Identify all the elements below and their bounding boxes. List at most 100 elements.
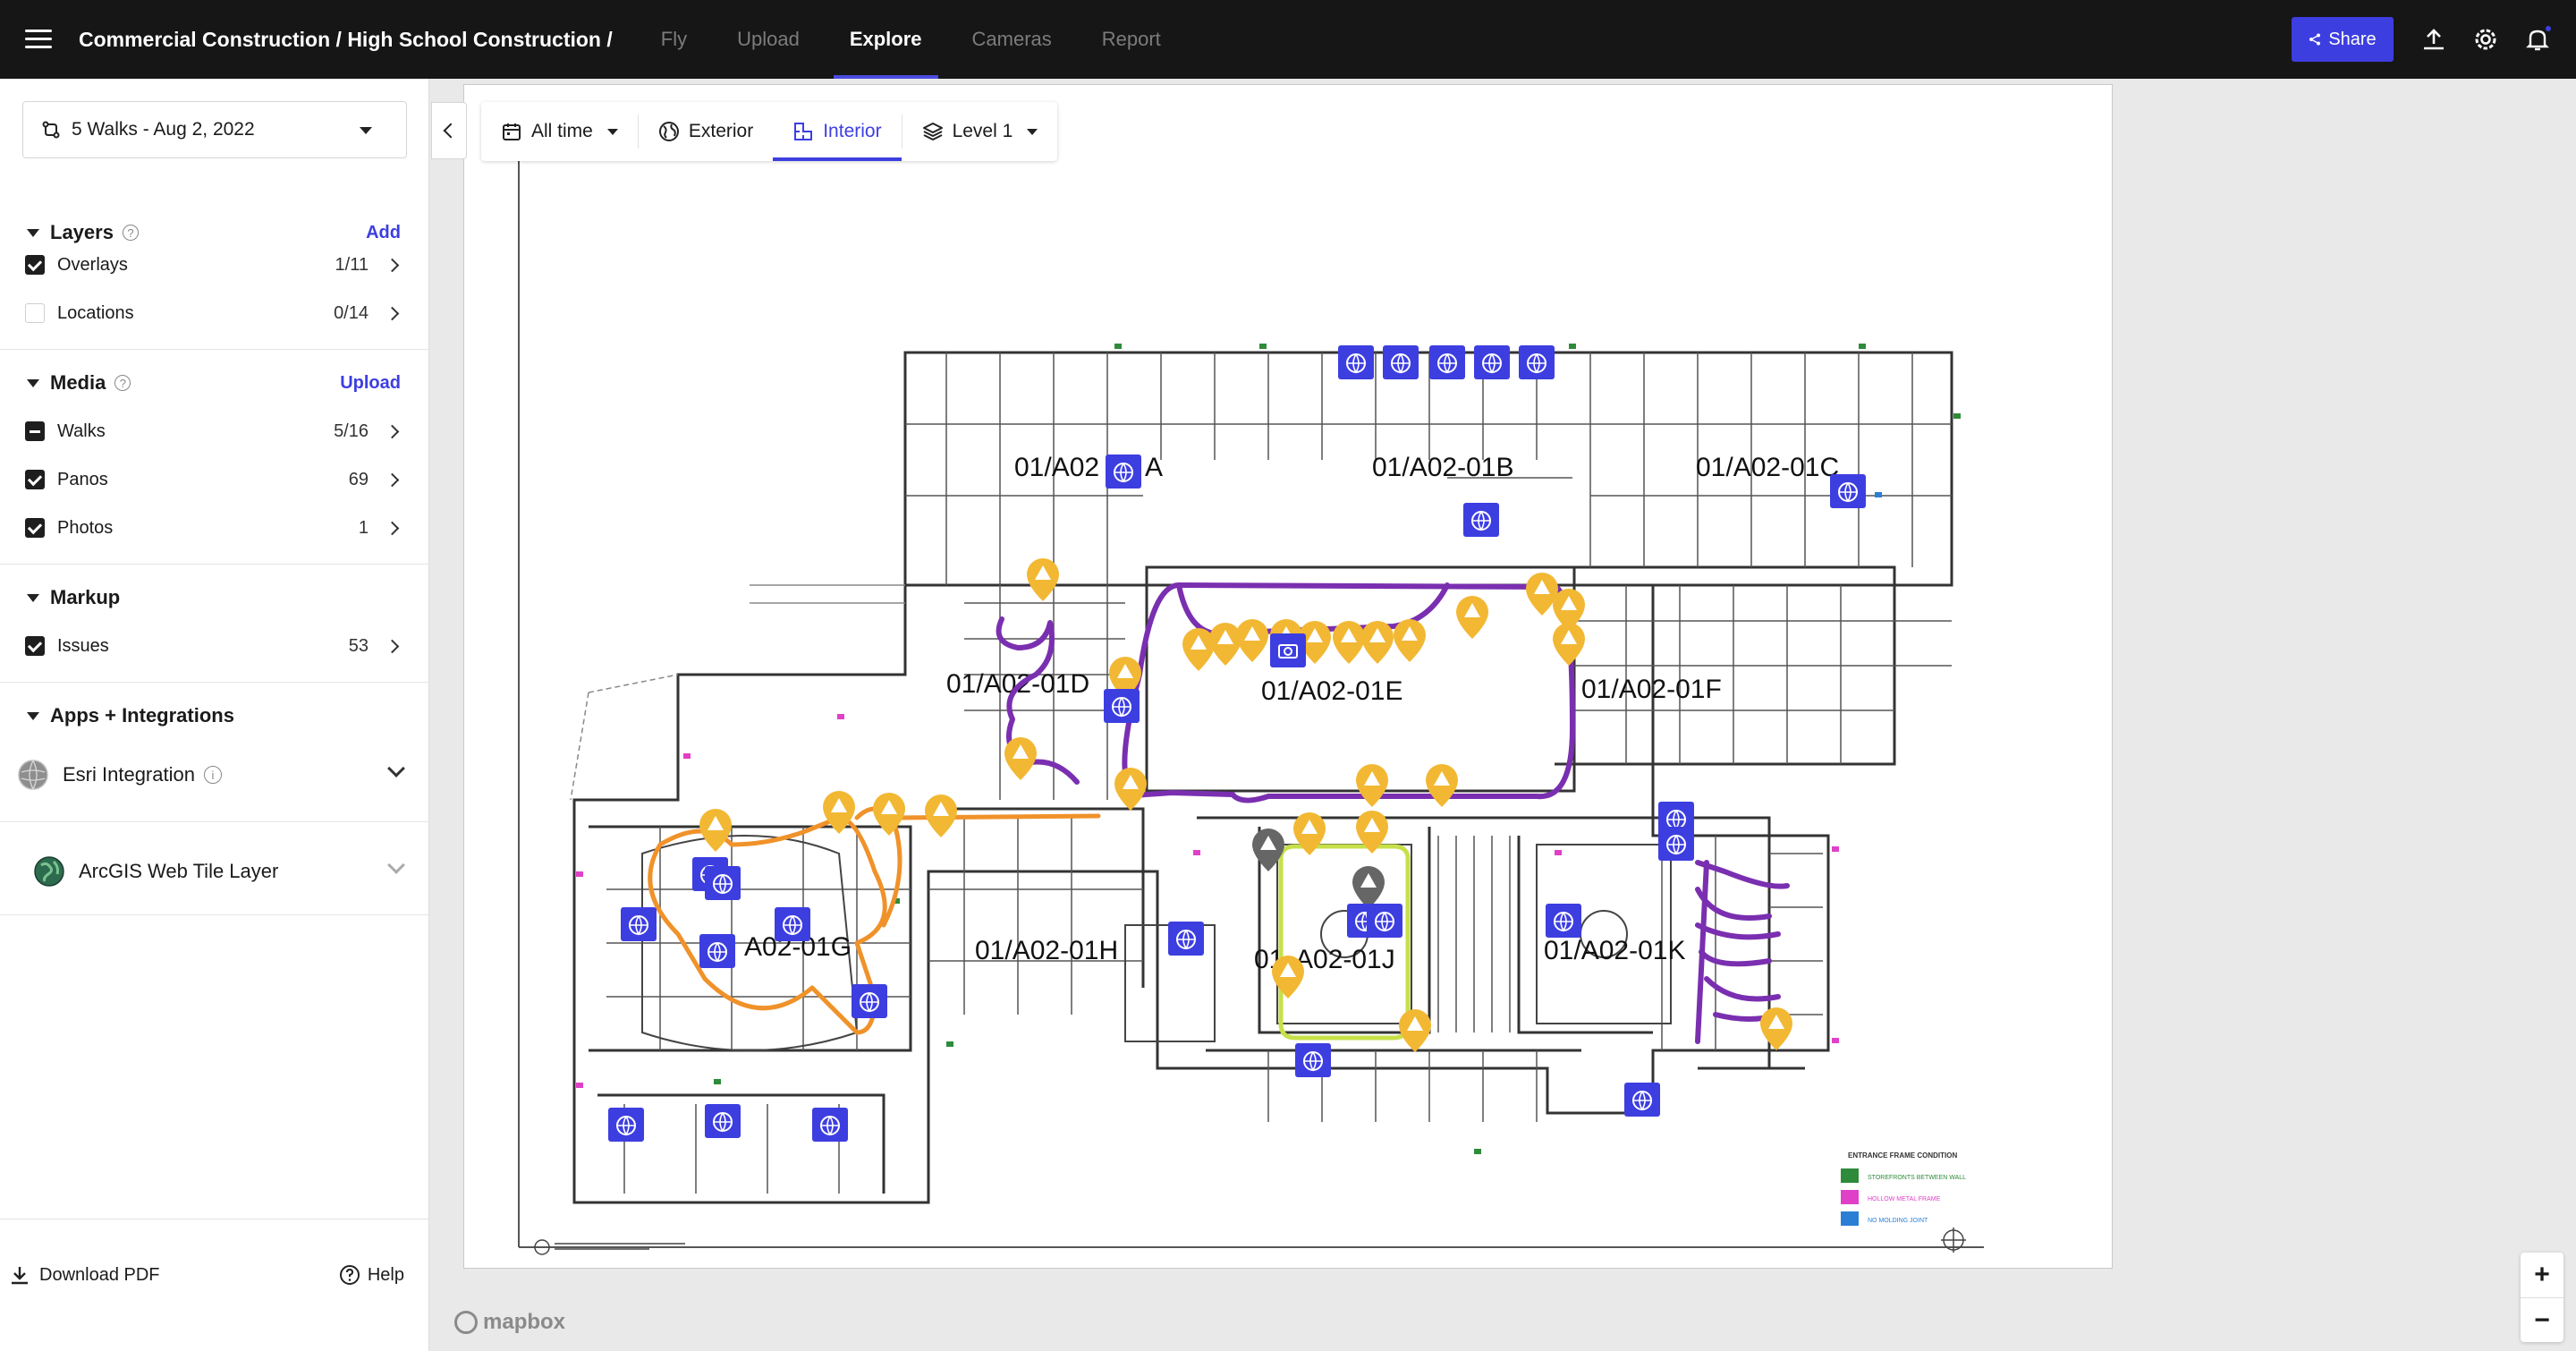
pano-pin[interactable]	[852, 984, 887, 1018]
photo-pin[interactable]	[1270, 633, 1306, 667]
pano-pin[interactable]	[705, 866, 741, 900]
pano-pin[interactable]	[1624, 1083, 1660, 1117]
tab-report[interactable]: Report	[1077, 0, 1186, 79]
pano-pin[interactable]	[1429, 345, 1465, 379]
walks-checkbox[interactable]	[25, 421, 45, 441]
gear-icon[interactable]	[2472, 26, 2499, 53]
pano-pin[interactable]	[1168, 922, 1204, 956]
layer-item-overlays[interactable]: Overlays 1/11	[0, 245, 429, 285]
collapse-sidebar-button[interactable]	[431, 102, 467, 159]
photos-checkbox[interactable]	[25, 518, 45, 538]
chevron-right-icon[interactable]	[385, 258, 400, 272]
collapse-triangle-icon[interactable]	[27, 228, 39, 237]
pano-pin[interactable]	[621, 907, 657, 941]
pano-pin[interactable]	[1295, 1043, 1331, 1077]
pano-pin[interactable]	[1367, 904, 1402, 938]
pano-pin[interactable]	[1104, 689, 1140, 723]
legend-label-green: STOREFRONTS BETWEEN WALL	[1868, 1175, 1966, 1181]
chevron-down-icon[interactable]	[387, 856, 405, 874]
chevron-down-icon[interactable]	[387, 760, 405, 777]
esri-integration-row[interactable]: Esri Integration i	[0, 750, 429, 800]
breadcrumb[interactable]: Commercial Construction / High School Co…	[79, 28, 613, 52]
mapbox-logo[interactable]: mapbox	[454, 1310, 565, 1335]
help-button[interactable]: Help	[339, 1264, 404, 1286]
esri-globe-icon	[18, 760, 48, 790]
download-pdf-button[interactable]: Download PDF	[9, 1264, 160, 1286]
arcgis-layer-row[interactable]: ArcGIS Web Tile Layer	[0, 846, 429, 896]
help-label: Help	[367, 1264, 404, 1285]
level-dropdown[interactable]: Level 1	[902, 102, 1058, 161]
floor-plan[interactable]: 01/A02 A 01/A02-01B 01/A02-01C 01/A02-01…	[463, 84, 2113, 1269]
zoom-out-button[interactable]: −	[2521, 1297, 2563, 1342]
divider	[0, 821, 429, 822]
apps-section-header[interactable]: Apps + Integrations	[0, 698, 429, 734]
pano-pin[interactable]	[1463, 503, 1499, 537]
pano-pin[interactable]	[699, 934, 735, 968]
pano-pin[interactable]	[1338, 345, 1374, 379]
issues-checkbox[interactable]	[25, 636, 45, 656]
zone-label-c: 01/A02-01C	[1696, 453, 1839, 482]
overlays-checkbox[interactable]	[25, 255, 45, 275]
layers-title: Layers	[50, 221, 114, 243]
media-item-panos[interactable]: Panos 69	[0, 460, 429, 499]
zone-label-b: 01/A02-01B	[1372, 453, 1513, 482]
zoom-in-button[interactable]: +	[2521, 1253, 2563, 1297]
sidebar-footer: Download PDF Help	[0, 1219, 429, 1351]
layer-item-locations[interactable]: Locations 0/14	[0, 293, 429, 333]
legend-swatch-magenta	[1841, 1190, 1859, 1204]
pano-pin[interactable]	[1830, 474, 1866, 508]
locations-checkbox[interactable]	[25, 303, 45, 323]
map-canvas[interactable]: 01/A02 A 01/A02-01B 01/A02-01C 01/A02-01…	[463, 84, 2113, 1269]
exterior-view-button[interactable]: Exterior	[639, 102, 773, 161]
photos-label: Photos	[57, 517, 114, 538]
caret-down-icon	[360, 127, 372, 134]
legend-swatch-green	[1841, 1168, 1859, 1183]
collapse-triangle-icon[interactable]	[27, 711, 39, 720]
pano-pin[interactable]	[1546, 904, 1581, 938]
upload-media-button[interactable]: Upload	[340, 373, 401, 394]
pano-pin[interactable]	[705, 1104, 741, 1138]
chevron-right-icon[interactable]	[385, 472, 400, 487]
media-item-photos[interactable]: Photos 1	[0, 508, 429, 548]
pano-pin[interactable]	[1383, 345, 1419, 379]
tab-explore[interactable]: Explore	[825, 0, 947, 79]
zone-label-f: 01/A02-01F	[1581, 675, 1722, 704]
chevron-right-icon[interactable]	[385, 424, 400, 438]
help-circle-icon[interactable]: ?	[122, 225, 139, 241]
add-layer-button[interactable]: Add	[366, 223, 401, 243]
tab-upload[interactable]: Upload	[712, 0, 825, 79]
help-circle-icon[interactable]: ?	[114, 375, 131, 391]
chevron-right-icon[interactable]	[385, 521, 400, 535]
markup-section-header[interactable]: Markup	[0, 580, 429, 616]
interior-view-button[interactable]: Interior	[773, 102, 902, 161]
exterior-label: Exterior	[688, 121, 754, 141]
markup-item-issues[interactable]: Issues 53	[0, 626, 429, 666]
divider	[0, 564, 429, 565]
pano-pin[interactable]	[1658, 827, 1694, 861]
panos-checkbox[interactable]	[25, 470, 45, 489]
pano-pin[interactable]	[812, 1108, 848, 1142]
upload-icon[interactable]	[2420, 26, 2447, 53]
chevron-right-icon[interactable]	[385, 639, 400, 653]
photos-count: 1	[358, 517, 369, 538]
walk-select[interactable]: 5 Walks - Aug 2, 2022	[22, 101, 407, 158]
media-section-header[interactable]: Media ? Upload	[0, 365, 429, 401]
share-button[interactable]: Share	[2292, 17, 2394, 62]
pano-pin[interactable]	[608, 1108, 644, 1142]
chevron-right-icon[interactable]	[385, 306, 400, 320]
collapse-triangle-icon[interactable]	[27, 593, 39, 602]
bell-icon[interactable]	[2524, 24, 2553, 53]
tab-cameras[interactable]: Cameras	[947, 0, 1077, 79]
collapse-triangle-icon[interactable]	[27, 378, 39, 387]
pano-pin[interactable]	[1474, 345, 1510, 379]
issues-label: Issues	[57, 635, 109, 656]
menu-icon[interactable]	[25, 30, 52, 49]
pano-pin[interactable]	[1106, 455, 1141, 489]
tab-fly[interactable]: Fly	[636, 0, 712, 79]
media-item-walks[interactable]: Walks 5/16	[0, 412, 429, 451]
pano-pin[interactable]	[1519, 345, 1555, 379]
pano-pin[interactable]	[775, 907, 810, 941]
level-label: Level 1	[952, 121, 1013, 141]
time-filter-dropdown[interactable]: All time	[481, 102, 638, 161]
info-icon[interactable]: i	[203, 766, 222, 784]
